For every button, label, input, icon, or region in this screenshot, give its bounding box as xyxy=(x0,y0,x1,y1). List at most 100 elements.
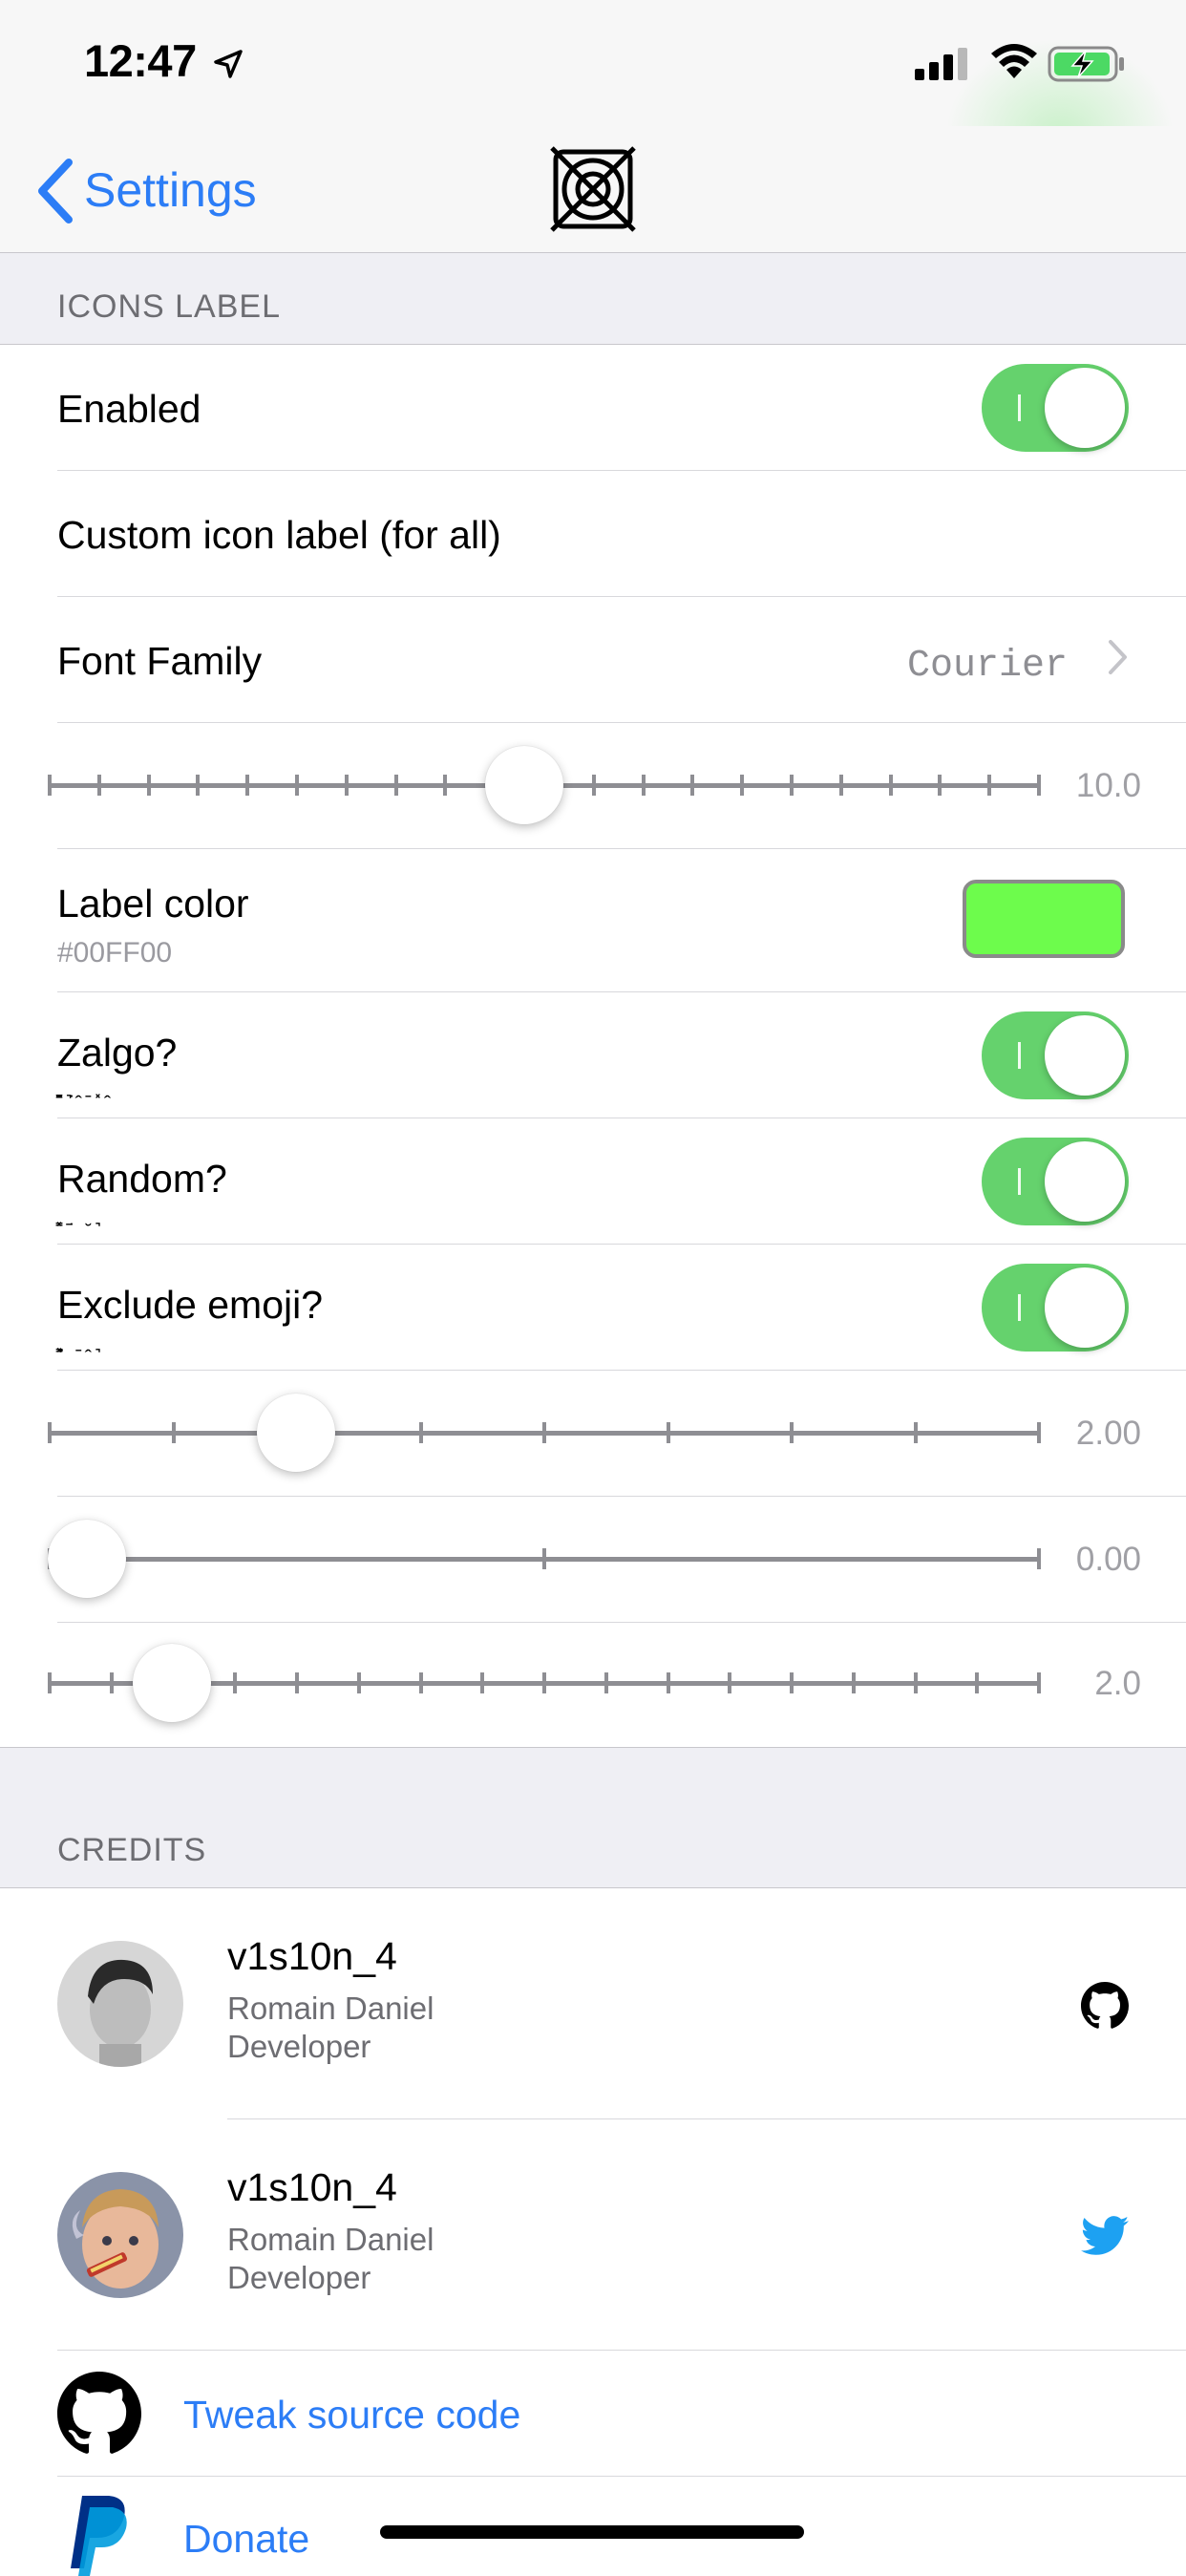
zalgo-label: Zalgo? xyxy=(57,1031,178,1075)
wifi-icon xyxy=(991,44,1037,78)
back-chevron-icon[interactable] xyxy=(34,159,76,224)
slider-tick xyxy=(913,1422,918,1443)
slider-tick xyxy=(542,1672,546,1693)
slider-b-row: 0.00 xyxy=(0,1497,1186,1623)
random-toggle[interactable] xyxy=(982,1138,1129,1225)
enabled-toggle[interactable] xyxy=(982,364,1129,452)
section-header-icons-label: ICONS LABEL xyxy=(57,288,281,325)
zalgo-marks: ̳̱ ͉ ̭̣ ̱ ͓ ̭ xyxy=(59,1075,112,1098)
icons-label-group: Enabled Custom icon label (for all) Font… xyxy=(0,344,1186,1748)
random-marks: ̳̳͓ ̱ ̣ ̮ ͉ xyxy=(59,1203,102,1226)
github-icon[interactable] xyxy=(1081,1982,1129,2030)
credit-handle: v1s10n_4 xyxy=(227,2165,397,2209)
slider-tick xyxy=(542,1422,546,1443)
slider-thumb[interactable] xyxy=(485,746,564,824)
slider-tick xyxy=(171,1422,176,1443)
label-color-row[interactable]: Label color #00FF00 xyxy=(0,849,1186,992)
slider-tick xyxy=(48,775,52,796)
slider-tick xyxy=(790,775,794,796)
slider-tick xyxy=(48,1422,52,1443)
credit-role: Developer xyxy=(227,2260,371,2295)
slider-tick xyxy=(666,1422,670,1443)
slider-thumb[interactable] xyxy=(133,1644,211,1722)
slider-a-row: 2.00 xyxy=(0,1371,1186,1497)
slider-tick xyxy=(356,1672,361,1693)
exclude-emoji-label: Exclude emoji? xyxy=(57,1283,324,1327)
back-button[interactable]: Settings xyxy=(84,162,257,218)
slider-tick xyxy=(790,1422,794,1443)
battery-charging-icon xyxy=(1048,46,1124,82)
custom-icon-label-field[interactable]: Custom icon label (for all) xyxy=(57,513,501,558)
exclude-emoji-marks: ͕̳͉͓ ̣ ̱ ̭ ͉ xyxy=(59,1329,102,1352)
slider-tick xyxy=(666,1672,670,1693)
slider-thumb[interactable] xyxy=(48,1520,126,1598)
slider-tick xyxy=(690,775,695,796)
tweak-source-row[interactable]: Tweak source code xyxy=(0,2351,1186,2477)
credit-row[interactable]: v1s10n_4 Romain Daniel Developer xyxy=(0,1888,1186,2119)
slider-a-value: 2.00 xyxy=(1075,1415,1141,1452)
github-logo-icon xyxy=(57,2372,141,2454)
slider-tick xyxy=(740,775,745,796)
slider-tick xyxy=(418,1422,423,1443)
location-arrow-icon xyxy=(214,50,243,78)
slider-a[interactable] xyxy=(48,1394,1041,1472)
credit-role: Developer xyxy=(227,2029,371,2064)
chevron-right-icon xyxy=(1109,640,1127,674)
label-color-hex: #00FF00 xyxy=(57,937,173,969)
slider-tick xyxy=(641,775,646,796)
slider-tick xyxy=(480,1672,485,1693)
slider-tick xyxy=(913,1672,918,1693)
slider-tick xyxy=(542,1548,546,1569)
random-row: Random? ̳̳͓ ̱ ̣ ̮ ͉ xyxy=(0,1118,1186,1245)
slider-tick xyxy=(591,775,596,796)
slider-tick xyxy=(233,1672,238,1693)
custom-icon-label-row[interactable]: Custom icon label (for all) xyxy=(0,471,1186,597)
slider-tick xyxy=(938,775,942,796)
slider-b[interactable] xyxy=(48,1520,1041,1598)
enabled-row: Enabled xyxy=(0,345,1186,471)
credits-group: v1s10n_4 Romain Daniel Developer v1s10n_… xyxy=(0,1887,1186,2576)
slider-tick xyxy=(443,775,448,796)
label-color-swatch[interactable] xyxy=(963,880,1125,958)
slider-tick xyxy=(975,1672,980,1693)
credit-handle: v1s10n_4 xyxy=(227,1934,397,1978)
paypal-icon xyxy=(71,2496,127,2576)
slider-tick xyxy=(418,1672,423,1693)
exclude-emoji-row: Exclude emoji? ͕̳͉͓ ̣ ̱ ̭ ͉ xyxy=(0,1245,1186,1371)
random-label: Random? xyxy=(57,1157,227,1201)
slider-tick xyxy=(790,1672,794,1693)
font-size-value: 10.0 xyxy=(1075,767,1141,804)
font-family-row[interactable]: Font Family Courier xyxy=(0,597,1186,723)
slider-b-value: 0.00 xyxy=(1075,1541,1141,1578)
slider-tick xyxy=(393,775,398,796)
slider-tick xyxy=(48,1672,52,1693)
zalgo-toggle[interactable] xyxy=(982,1011,1129,1099)
exclude-emoji-toggle[interactable] xyxy=(982,1264,1129,1352)
zalgo-row: Zalgo? ̳̱ ͉ ̭̣ ̱ ͓ ̭ xyxy=(0,992,1186,1118)
credit-name: Romain Daniel xyxy=(227,1991,434,2026)
slider-tick xyxy=(851,1672,856,1693)
slider-tick xyxy=(888,775,893,796)
credit-name: Romain Daniel xyxy=(227,2222,434,2257)
tweak-source-link[interactable]: Tweak source code xyxy=(183,2393,520,2438)
twitter-icon[interactable] xyxy=(1081,2215,1129,2257)
slider-c[interactable] xyxy=(48,1644,1041,1722)
credit-row[interactable]: v1s10n_4 Romain Daniel Developer xyxy=(0,2119,1186,2351)
font-size-slider[interactable] xyxy=(48,746,1041,824)
donate-link[interactable]: Donate xyxy=(183,2517,309,2562)
slider-tick xyxy=(838,775,843,796)
font-family-label: Font Family xyxy=(57,639,263,683)
tweak-logo-icon xyxy=(550,146,636,232)
slider-tick xyxy=(196,775,201,796)
label-color-label: Label color xyxy=(57,882,249,926)
slider-tick xyxy=(109,1672,114,1693)
cellular-signal-icon xyxy=(915,48,967,80)
avatar xyxy=(57,1941,183,2067)
slider-tick xyxy=(987,775,992,796)
slider-thumb[interactable] xyxy=(257,1394,335,1472)
home-indicator xyxy=(380,2525,804,2539)
avatar xyxy=(57,2172,183,2298)
slider-tick xyxy=(295,1672,299,1693)
slider-c-row: 2.0 xyxy=(0,1623,1186,1747)
font-family-value: Courier xyxy=(907,645,1069,688)
